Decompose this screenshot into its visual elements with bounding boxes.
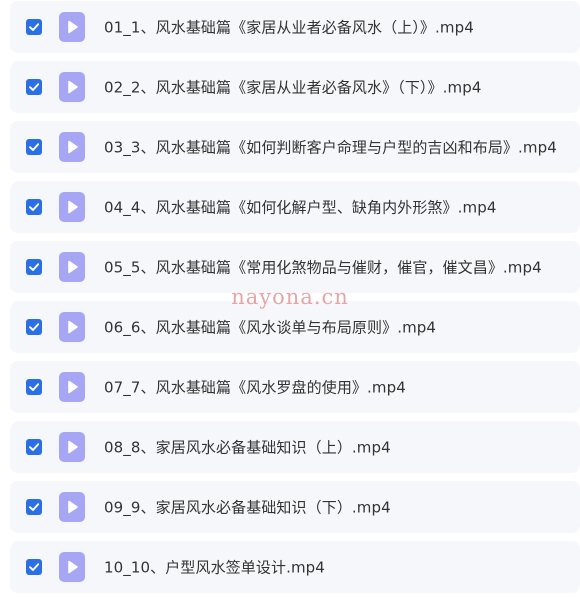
video-play-icon — [59, 192, 85, 222]
file-name: 09_9、家居风水必备基础知识（下）.mp4 — [104, 498, 391, 517]
video-play-icon — [59, 132, 85, 162]
file-name: 05_5、风水基础篇《常用化煞物品与催财，催官，催文昌》.mp4 — [104, 258, 542, 277]
checkmark-icon — [29, 443, 40, 451]
checkbox[interactable] — [26, 379, 42, 395]
checkbox[interactable] — [26, 319, 42, 335]
checkbox[interactable] — [26, 139, 42, 155]
checkmark-icon — [29, 383, 40, 391]
checkbox[interactable] — [26, 559, 42, 575]
file-row[interactable]: 08_8、家居风水必备基础知识（上）.mp4 — [10, 421, 580, 473]
file-row[interactable]: 10_10、户型风水签单设计.mp4 — [10, 541, 580, 593]
file-name: 06_6、风水基础篇《风水谈单与布局原则》.mp4 — [104, 318, 437, 337]
file-row[interactable]: 09_9、家居风水必备基础知识（下）.mp4 — [10, 481, 580, 533]
video-play-icon — [59, 492, 85, 522]
video-play-icon — [59, 432, 85, 462]
video-play-icon — [59, 552, 85, 582]
video-play-icon — [59, 372, 85, 402]
checkbox[interactable] — [26, 199, 42, 215]
file-list: 01_1、风水基础篇《家居从业者必备风水（上）》.mp4 02_2、风水基础篇《家… — [0, 0, 580, 597]
video-play-icon — [59, 312, 85, 342]
video-play-icon — [59, 72, 85, 102]
file-row[interactable]: 03_3、风水基础篇《如何判断客户命理与户型的吉凶和布局》.mp4 — [10, 121, 580, 173]
checkmark-icon — [29, 563, 40, 571]
checkbox[interactable] — [26, 259, 42, 275]
checkmark-icon — [29, 203, 40, 211]
checkmark-icon — [29, 323, 40, 331]
file-name: 10_10、户型风水签单设计.mp4 — [104, 558, 325, 577]
checkmark-icon — [29, 503, 40, 511]
file-name: 03_3、风水基础篇《如何判断客户命理与户型的吉凶和布局》.mp4 — [104, 138, 557, 157]
video-play-icon — [59, 12, 85, 42]
video-play-icon — [59, 252, 85, 282]
file-row[interactable]: 06_6、风水基础篇《风水谈单与布局原则》.mp4 — [10, 301, 580, 353]
checkmark-icon — [29, 23, 40, 31]
file-name: 07_7、风水基础篇《风水罗盘的使用》.mp4 — [104, 378, 406, 397]
checkmark-icon — [29, 83, 40, 91]
file-row[interactable]: 07_7、风水基础篇《风水罗盘的使用》.mp4 — [10, 361, 580, 413]
file-name: 04_4、风水基础篇《如何化解户型、缺角内外形煞》.mp4 — [104, 198, 497, 217]
file-row[interactable]: 05_5、风水基础篇《常用化煞物品与催财，催官，催文昌》.mp4 — [10, 241, 580, 293]
file-row[interactable]: 02_2、风水基础篇《家居从业者必备风水》（下）》.mp4 — [10, 61, 580, 113]
file-row[interactable]: 01_1、风水基础篇《家居从业者必备风水（上）》.mp4 — [10, 1, 580, 53]
file-name: 01_1、风水基础篇《家居从业者必备风水（上）》.mp4 — [104, 18, 474, 37]
checkmark-icon — [29, 263, 40, 271]
checkmark-icon — [29, 143, 40, 151]
file-row[interactable]: 04_4、风水基础篇《如何化解户型、缺角内外形煞》.mp4 — [10, 181, 580, 233]
checkbox[interactable] — [26, 499, 42, 515]
file-name: 08_8、家居风水必备基础知识（上）.mp4 — [104, 438, 391, 457]
file-name: 02_2、风水基础篇《家居从业者必备风水》（下）》.mp4 — [104, 78, 482, 97]
checkbox[interactable] — [26, 79, 42, 95]
checkbox[interactable] — [26, 439, 42, 455]
checkbox[interactable] — [26, 19, 42, 35]
